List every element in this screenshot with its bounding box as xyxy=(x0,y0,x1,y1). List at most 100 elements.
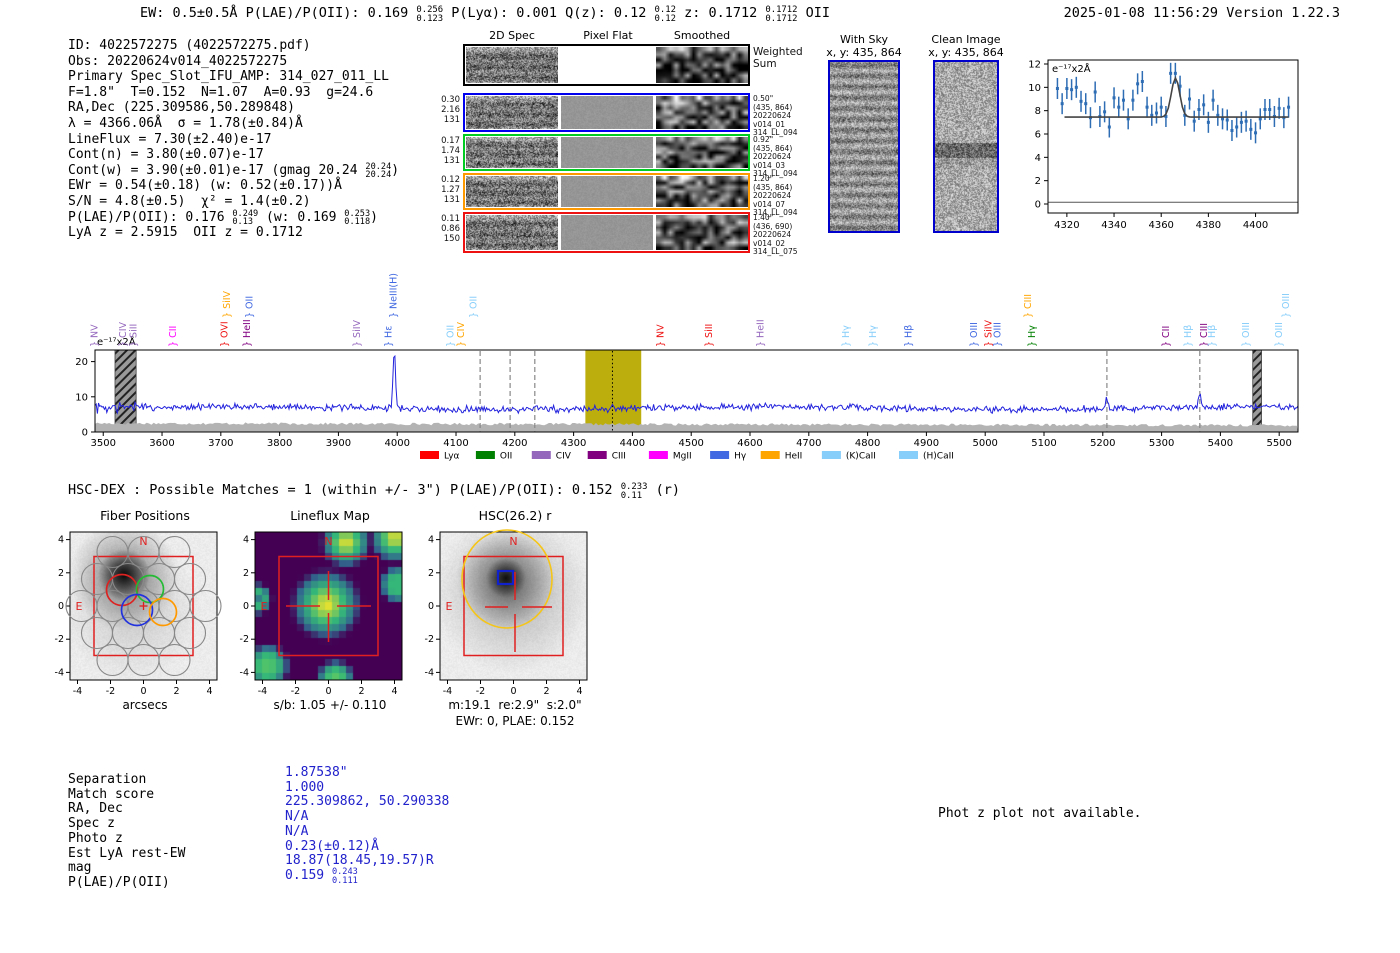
info-line: Cont(w) = 3.90(±0.01)e-17 (gmag 20.24 20… xyxy=(68,163,399,179)
fiber-circle xyxy=(97,645,128,676)
spec-xtick: 3800 xyxy=(267,438,292,449)
info-line: Cont(n) = 3.80(±0.07)e-17 xyxy=(68,147,399,163)
info-text: RA,Dec (225.309586,50.289848) xyxy=(68,100,295,115)
compass-north-label: N xyxy=(324,535,332,548)
panel-xtick: 0 xyxy=(325,686,331,697)
timestamp-version: 2025-01-08 11:56:29 Version 1.22.3 xyxy=(1064,5,1340,21)
fiber-circle xyxy=(144,618,175,649)
emission-line-label-NV: } NV xyxy=(656,324,667,347)
data-point xyxy=(1094,91,1097,94)
fiber-circle xyxy=(159,645,190,676)
smoothed-2d-cutout xyxy=(656,47,748,83)
data-point xyxy=(1084,102,1087,105)
match-row-label: Separation xyxy=(68,772,146,787)
panel-xtick: 0 xyxy=(510,686,516,697)
data-point xyxy=(1188,98,1191,101)
stacked-uncertainty: 0.17120.1712 xyxy=(765,6,797,24)
info-text: Obs: 20220624v014_4022572275 xyxy=(68,54,287,69)
panel-frame xyxy=(440,532,587,680)
data-point xyxy=(1287,106,1290,109)
emission-line-label-OII: } OII xyxy=(469,296,480,318)
data-point xyxy=(1245,120,1248,123)
match-row-label: RA, Dec xyxy=(68,801,123,816)
fit-ytick: 6 xyxy=(1035,130,1041,141)
fiber-circle xyxy=(113,564,144,595)
pixel-flat-cutout xyxy=(561,137,653,168)
spec-xtick: 4900 xyxy=(914,438,939,449)
pixel-flat-cutout xyxy=(561,176,653,207)
spec-xtick: 4700 xyxy=(796,438,821,449)
cutout-row-left-label: 0.171.74131 xyxy=(416,136,460,166)
match-row-value: N/A xyxy=(285,824,308,839)
legend-label: OII xyxy=(500,452,512,462)
panel-ytick: -4 xyxy=(55,667,64,678)
info-line: EWr = 0.54(±0.18) (w: 0.52(±0.17))Å xyxy=(68,178,399,194)
match-row-value: N/A xyxy=(285,809,308,824)
legend-swatch xyxy=(476,451,495,459)
data-point xyxy=(1113,96,1116,99)
spec-xtick: 4400 xyxy=(620,438,645,449)
fit-ytick: 2 xyxy=(1035,176,1041,187)
fiber-circle-red xyxy=(107,575,138,606)
spec-xtick: 4200 xyxy=(502,438,527,449)
data-point xyxy=(1122,99,1125,102)
info-text: λ = 4366.06Å σ = 1.78(±0.84)Å xyxy=(68,116,303,131)
summary-text: EW: 0.5±0.5Å P(LAE)/P(OII): 0.169 xyxy=(140,5,416,21)
data-point xyxy=(1108,126,1111,129)
spectrum-frame xyxy=(95,350,1298,432)
smoothed-2d-cutout xyxy=(656,96,748,129)
data-point xyxy=(1141,80,1144,83)
spec-xtick: 4000 xyxy=(384,438,409,449)
emission-line-label-OIII: } OIII xyxy=(969,322,980,347)
compass-east-label: E xyxy=(446,600,453,613)
fit-xtick: 4320 xyxy=(1054,220,1079,231)
gaussian-fit-line xyxy=(1065,78,1289,117)
data-point xyxy=(1056,87,1059,90)
legend-swatch xyxy=(899,451,918,459)
smoothed-2d-cutout xyxy=(656,215,748,250)
smoothed-2d-cutout xyxy=(656,176,748,207)
fit-xtick: 4360 xyxy=(1148,220,1173,231)
emission-line-label-Hβ: } Hβ xyxy=(1183,325,1194,347)
panel-xtick: 4 xyxy=(391,686,397,697)
match-row-value: 0.159 0.2430.111 xyxy=(285,868,358,885)
stacked-uncertainty: 0.2560.123 xyxy=(416,6,443,24)
spec-xtick: 4500 xyxy=(678,438,703,449)
legend-swatch xyxy=(710,451,729,459)
panel-xlabel2: EWr: 0, PLAE: 0.152 xyxy=(415,714,615,728)
match-row-label: Est LyA rest-EW xyxy=(68,846,185,861)
data-point xyxy=(1174,72,1177,75)
spec-xtick: 3900 xyxy=(326,438,351,449)
panel-xtick: 4 xyxy=(206,686,212,697)
2d-spec-cutout xyxy=(466,96,558,129)
info-line: Obs: 20220624v014_4022572275 xyxy=(68,54,399,70)
match-value-text: 0.159 xyxy=(285,868,332,883)
panel-ytick: -2 xyxy=(425,634,434,645)
panel-ytick: 4 xyxy=(428,535,434,546)
info-text: EWr = 0.54(±0.18) (w: 0.52(±0.17))Å xyxy=(68,178,342,193)
legend-swatch xyxy=(588,451,607,459)
info-line: Primary Spec_Slot_IFU_AMP: 314_027_011_L… xyxy=(68,69,399,85)
panel-xtick: 2 xyxy=(358,686,364,697)
info-text: Primary Spec_Slot_IFU_AMP: 314_027_011_L… xyxy=(68,69,389,84)
panel-ytick: 2 xyxy=(243,568,249,579)
sky-image xyxy=(935,62,997,231)
info-line: LyA z = 2.5915 OII z = 0.1712 xyxy=(68,225,399,241)
match-row-label: Spec z xyxy=(68,816,115,831)
panel-xtick: -2 xyxy=(106,686,115,697)
data-point xyxy=(1268,108,1271,111)
info-text: ) xyxy=(391,163,399,178)
noise-floor xyxy=(95,422,1298,432)
spec-xtick: 3500 xyxy=(91,438,116,449)
legend-label: CIII xyxy=(612,452,626,462)
match-row-value: 1.000 xyxy=(285,780,324,795)
hsc-dex-text: (r) xyxy=(648,482,681,498)
info-line: λ = 4366.06Å σ = 1.78(±0.84)Å xyxy=(68,116,399,132)
timestamp: 2025-01-08 11:56:29 xyxy=(1064,5,1218,21)
legend-swatch xyxy=(822,451,841,459)
fit-xtick: 4340 xyxy=(1101,220,1126,231)
info-line: P(LAE)/P(OII): 0.176 0.2490.13 (w: 0.169… xyxy=(68,210,399,226)
info-line: ID: 4022572275 (4022572275.pdf) xyxy=(68,38,399,54)
fit-ytick: 10 xyxy=(1028,83,1041,94)
match-row-label: Photo z xyxy=(68,831,123,846)
